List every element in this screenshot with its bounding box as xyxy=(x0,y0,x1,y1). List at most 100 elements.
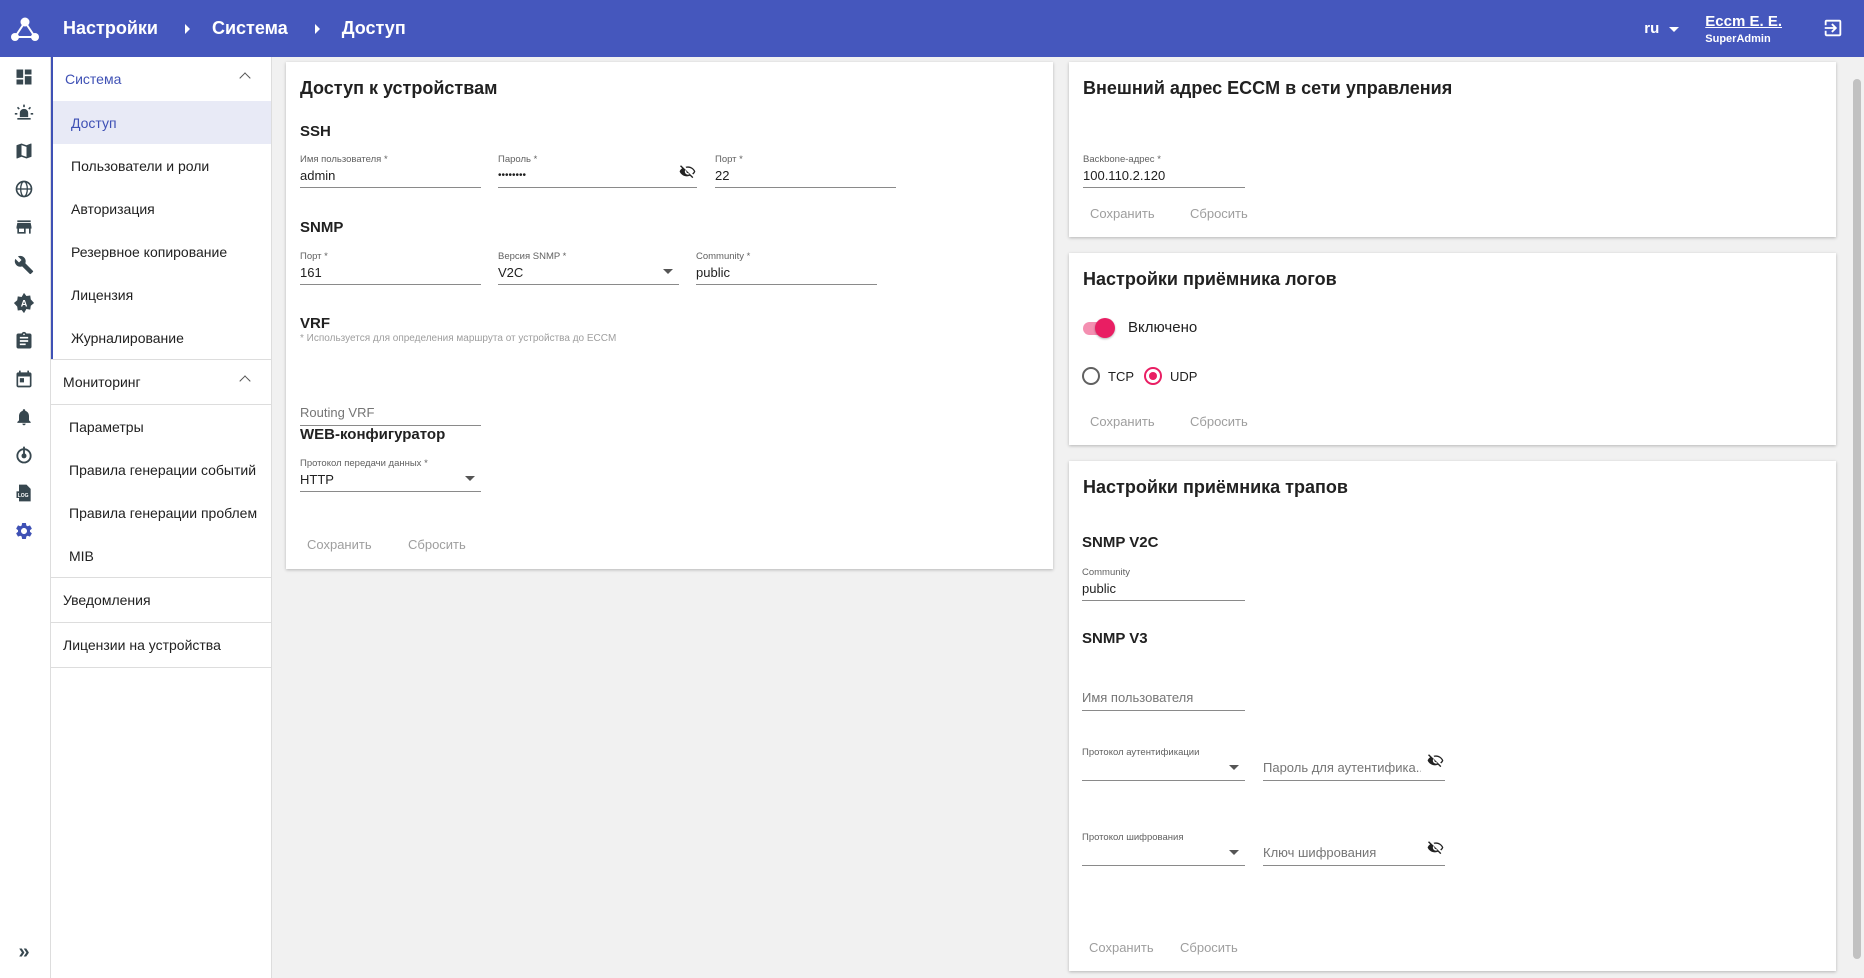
menu-item-mib[interactable]: MIB xyxy=(51,534,271,577)
store-icon[interactable] xyxy=(12,215,36,239)
menu-item-authorization[interactable]: Авторизация xyxy=(53,187,271,230)
backbone-address-field[interactable]: Backbone-адрес * 100.110.2.120 xyxy=(1083,154,1245,188)
auth-password-field[interactable]: Пароль для аутентифика... xyxy=(1263,751,1445,781)
menu-item-users-roles[interactable]: Пользователи и роли xyxy=(53,144,271,187)
gear-icon[interactable] xyxy=(12,519,36,543)
breadcrumb-access: Доступ xyxy=(341,18,406,38)
field-value: public xyxy=(1082,581,1116,596)
reset-button[interactable]: Сбросить xyxy=(1190,206,1248,221)
breadcrumb-settings[interactable]: Настройки xyxy=(63,18,158,39)
menu-group-label: Мониторинг xyxy=(63,374,141,390)
user-info[interactable]: Eccm E. E. SuperAdmin xyxy=(1705,13,1782,45)
breadcrumb-system[interactable]: Система xyxy=(212,18,288,39)
auth-protocol-select[interactable]: Протокол аутентификации xyxy=(1082,747,1245,781)
visibility-off-icon[interactable] xyxy=(1427,754,1445,768)
reset-button[interactable]: Сбросить xyxy=(408,537,466,552)
ssh-username-field[interactable]: Имя пользователя * admin xyxy=(300,154,481,188)
radio-label: UDP xyxy=(1170,368,1198,384)
ssh-section-title: SSH xyxy=(300,123,331,140)
toggle-knob xyxy=(1095,318,1115,338)
app-logo-icon[interactable] xyxy=(0,0,50,57)
dropdown-arrow-icon xyxy=(1229,765,1239,770)
clipboard-icon[interactable] xyxy=(12,329,36,353)
logout-icon[interactable] xyxy=(1822,17,1844,39)
save-button[interactable]: Сохранить xyxy=(1089,940,1154,955)
chevron-down-icon xyxy=(1669,27,1680,32)
tcp-radio[interactable]: TCP xyxy=(1082,367,1134,385)
page-scrollbar[interactable] xyxy=(1850,57,1864,978)
breadcrumb-separator-icon xyxy=(314,23,320,34)
enabled-toggle[interactable] xyxy=(1081,318,1115,338)
menu-item-backup[interactable]: Резервное копирование xyxy=(53,230,271,273)
field-label: Протокол шифрования xyxy=(1082,832,1184,843)
menu-group-system[interactable]: Система xyxy=(53,57,271,101)
radio-circle xyxy=(1082,367,1100,385)
svg-text:LOG: LOG xyxy=(18,493,29,499)
save-button[interactable]: Сохранить xyxy=(1090,206,1155,221)
snmp-port-field[interactable]: Порт * 161 xyxy=(300,251,481,285)
menu-item-logging[interactable]: Журналирование xyxy=(53,316,271,359)
auto-icon[interactable]: A xyxy=(12,291,36,315)
web-protocol-select[interactable]: Протокол передачи данных * HTTP xyxy=(300,458,481,492)
menu-group-notifications[interactable]: Уведомления xyxy=(51,578,271,622)
language-select[interactable]: ru xyxy=(1644,20,1680,37)
field-value: public xyxy=(696,265,730,280)
field-label: Пароль * xyxy=(498,154,538,165)
snmp-version-select[interactable]: Версия SNMP * V2C xyxy=(498,251,679,285)
menu-item-license[interactable]: Лицензия xyxy=(53,273,271,316)
field-label: Протокол аутентификации xyxy=(1082,747,1200,758)
menu-item-access[interactable]: Доступ xyxy=(53,101,271,144)
external-address-card: Внешний адрес ECCM в сети управления Bac… xyxy=(1069,62,1836,237)
dropdown-arrow-icon xyxy=(1229,850,1239,855)
svg-text:A: A xyxy=(21,299,28,309)
reset-button[interactable]: Сбросить xyxy=(1190,414,1248,429)
snmp-v2c-section-title: SNMP V2C xyxy=(1082,534,1159,551)
visibility-off-icon[interactable] xyxy=(679,165,697,179)
udp-radio[interactable]: UDP xyxy=(1144,367,1197,385)
expand-rail-icon[interactable]: » xyxy=(12,940,36,964)
wrench-icon[interactable] xyxy=(12,253,36,277)
scrollbar-thumb[interactable] xyxy=(1853,79,1861,959)
menu-group-monitoring[interactable]: Мониторинг xyxy=(51,360,271,404)
menu-group-device-licenses[interactable]: Лицензии на устройства xyxy=(51,623,271,667)
field-label: Протокол передачи данных * xyxy=(300,458,428,469)
save-button[interactable]: Сохранить xyxy=(1090,414,1155,429)
dashboard-icon[interactable] xyxy=(12,65,36,89)
ssh-port-field[interactable]: Порт * 22 xyxy=(715,154,896,188)
field-placeholder: Ключ шифрования xyxy=(1263,845,1377,860)
routing-vrf-field[interactable]: Routing VRF xyxy=(300,396,481,426)
chevron-up-icon xyxy=(239,72,251,84)
dropdown-arrow-icon xyxy=(465,476,475,481)
trap-community-field[interactable]: Community public xyxy=(1082,567,1245,601)
encryption-protocol-select[interactable]: Протокол шифрования xyxy=(1082,832,1245,866)
menu-group-label: Лицензии на устройства xyxy=(63,637,221,653)
bell-icon[interactable] xyxy=(12,405,36,429)
user-name[interactable]: Eccm E. E. xyxy=(1705,13,1782,30)
alarm-icon[interactable] xyxy=(12,101,36,125)
save-button[interactable]: Сохранить xyxy=(307,537,372,552)
ssh-password-field[interactable]: Пароль * •••••••• xyxy=(498,154,697,188)
map-icon[interactable] xyxy=(12,139,36,163)
menu-item-parameters[interactable]: Параметры xyxy=(51,405,271,448)
chevron-up-icon xyxy=(239,375,251,387)
reset-button[interactable]: Сбросить xyxy=(1180,940,1238,955)
log-icon[interactable]: LOG xyxy=(12,481,36,505)
calendar-icon[interactable] xyxy=(12,367,36,391)
menu-item-problem-rules[interactable]: Правила генерации проблем xyxy=(51,491,271,534)
card-title: Настройки приёмника логов xyxy=(1083,269,1337,289)
vrf-hint: * Используется для определения маршрута … xyxy=(300,333,617,344)
divider xyxy=(51,667,271,668)
device-access-card: Доступ к устройствам SSH Имя пользовател… xyxy=(286,62,1053,569)
visibility-off-icon[interactable] xyxy=(1427,841,1445,855)
field-value: HTTP xyxy=(300,472,334,487)
globe-icon[interactable] xyxy=(12,177,36,201)
field-value: admin xyxy=(300,168,336,183)
power-icon[interactable] xyxy=(12,443,36,467)
field-label: Community xyxy=(1082,567,1131,578)
trap-username-field[interactable]: Имя пользователя xyxy=(1082,681,1245,711)
snmp-community-field[interactable]: Community * public xyxy=(696,251,877,285)
snmp-section-title: SNMP xyxy=(300,219,344,236)
encryption-key-field[interactable]: Ключ шифрования xyxy=(1263,836,1445,866)
field-label: Порт * xyxy=(715,154,743,165)
menu-item-event-rules[interactable]: Правила генерации событий xyxy=(51,448,271,491)
